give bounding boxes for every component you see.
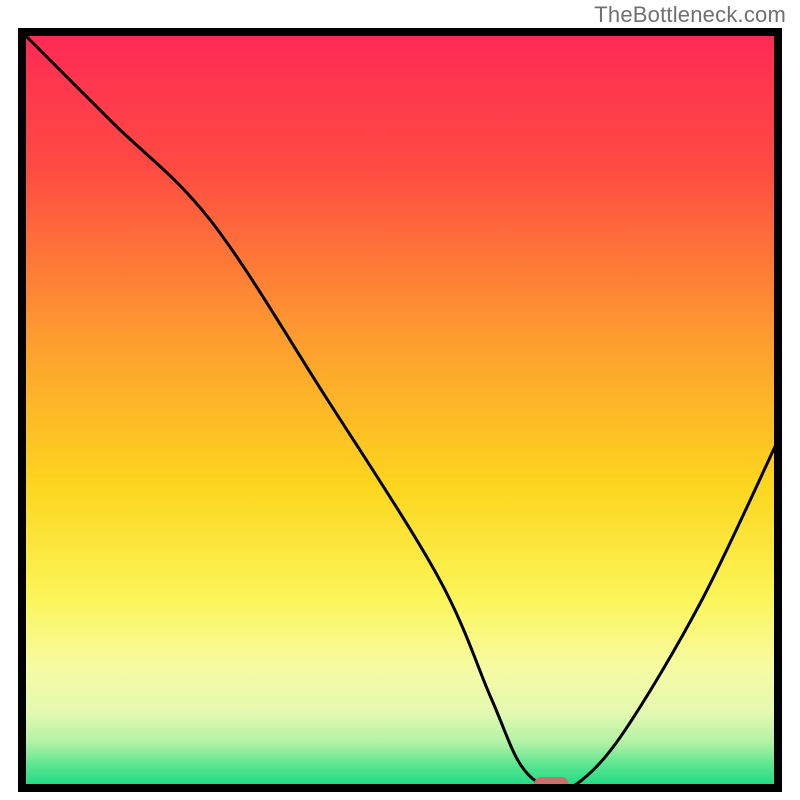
- chart-frame: [18, 28, 782, 792]
- bottleneck-chart: [18, 28, 782, 792]
- watermark-text: TheBottleneck.com: [594, 2, 786, 28]
